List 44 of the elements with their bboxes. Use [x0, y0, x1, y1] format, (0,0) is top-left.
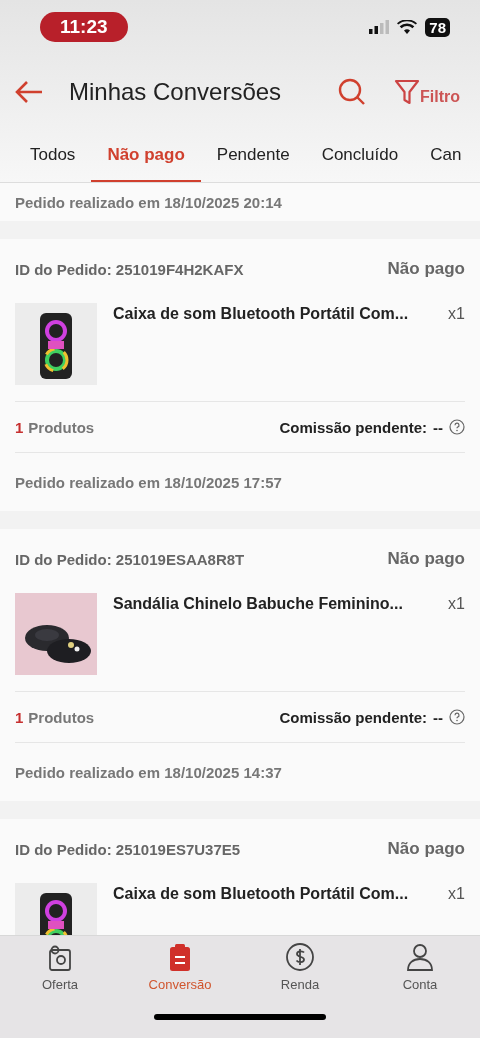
commission-value: --: [433, 418, 443, 436]
order-date: Pedido realizado em 18/10/2025 17:57: [15, 473, 282, 491]
order-id: ID do Pedido: 251019F4H2KAFX: [15, 260, 244, 278]
order-date: Pedido realizado em 18/10/2025 20:14: [15, 193, 282, 211]
order-date: Pedido realizado em 18/10/2025 14:37: [15, 763, 282, 781]
product-name: Caixa de som Bluetooth Portátil Com...: [113, 885, 410, 903]
tab[interactable]: Can: [414, 130, 478, 182]
nav-tab[interactable]: Conversão: [120, 942, 240, 992]
commission-value: --: [433, 708, 443, 726]
commission-label: Comissão pendente:: [279, 708, 427, 726]
person-icon: [405, 942, 435, 972]
product-quantity: x1: [448, 595, 465, 613]
tab[interactable]: Todos: [14, 130, 92, 182]
product-name: Caixa de som Bluetooth Portátil Com...: [113, 305, 410, 323]
nav-tab[interactable]: Renda: [240, 942, 360, 992]
search-icon: [338, 78, 366, 106]
order-status: Não pago: [387, 259, 465, 279]
order-status: Não pago: [387, 549, 465, 569]
nav-tab[interactable]: Oferta: [0, 942, 120, 992]
tab[interactable]: Concluído: [305, 130, 415, 182]
product-name: Sandália Chinelo Babuche Feminino...: [113, 595, 404, 613]
order-id: ID do Pedido: 251019ESAA8R8T: [15, 550, 245, 568]
battery-level: 78: [425, 17, 450, 37]
product-count: 1 Produtos: [15, 418, 95, 436]
page-title: Minhas Conversões: [69, 78, 283, 106]
help-icon[interactable]: [449, 419, 465, 435]
search-button[interactable]: [338, 78, 366, 106]
order-status: Não pago: [387, 839, 465, 859]
wifi-icon: [397, 19, 418, 35]
help-icon[interactable]: [449, 709, 465, 725]
filter-button[interactable]: Filtro: [394, 78, 460, 106]
dollar-icon: [285, 942, 315, 972]
clock-time: 11:23: [40, 12, 128, 42]
product-quantity: x1: [448, 305, 465, 323]
nav-tab[interactable]: Conta: [360, 942, 480, 992]
filter-icon: [394, 78, 420, 106]
back-button[interactable]: [14, 80, 44, 104]
order-id: ID do Pedido: 251019ES7U37E5: [15, 840, 241, 858]
tab[interactable]: Pendente: [200, 130, 306, 182]
commission-label: Comissão pendente:: [279, 418, 427, 436]
back-arrow-icon: [14, 80, 44, 104]
signal-icon: [369, 20, 390, 34]
product-quantity: x1: [448, 885, 465, 903]
product-count: 1 Produtos: [15, 708, 95, 726]
